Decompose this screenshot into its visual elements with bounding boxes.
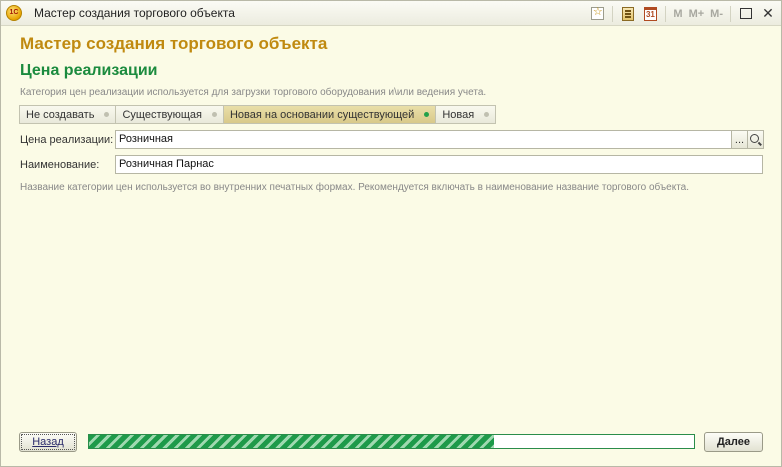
mode-option-label: Существующая [122,108,202,121]
progress-bar [88,434,695,449]
radio-dot-icon [104,112,110,117]
radio-dot-icon [424,112,430,117]
mode-option-new[interactable]: Новая [436,106,496,123]
mode-option-label: Новая на основании существующей [229,108,415,121]
mode-option-none[interactable]: Не создавать [20,106,117,123]
maximize-icon [740,8,752,19]
wizard-window: 1С Мастер создания торгового объекта 31 … [0,0,782,467]
app-logo-icon: 1С [6,5,22,21]
price-field-label: Цена реализации: [20,134,114,146]
separator [612,5,614,22]
memory-plus-button[interactable]: M+ [688,5,706,23]
select-button[interactable]: ... [731,130,748,149]
back-button[interactable]: Назад [19,432,77,452]
memory-m-button[interactable]: M [672,5,683,23]
name-field-label: Наименование: [20,159,100,171]
next-button[interactable]: Далее [704,432,763,452]
calendar-icon[interactable]: 31 [641,5,659,23]
title-bar: 1С Мастер создания торгового объекта 31 … [1,1,781,26]
open-button[interactable] [747,130,764,149]
separator [665,5,667,22]
radio-dot-icon [484,112,490,117]
close-button[interactable]: ✕ [759,5,777,23]
mode-option-based-on-existing[interactable]: Новая на основании существующей [223,106,437,123]
mode-option-existing[interactable]: Существующая [116,106,224,123]
titlebar-tools: 31 M M+ M- ✕ [588,4,777,23]
memory-minus-button[interactable]: M- [709,5,724,23]
search-icon [750,134,759,143]
window-title: Мастер создания торгового объекта [34,6,235,20]
form-header: Мастер создания торгового объекта [20,34,328,53]
maximize-button[interactable] [737,5,755,23]
mode-option-label: Новая [442,108,475,121]
name-field-input[interactable]: Розничная Парнас [115,155,763,174]
name-hint: Название категории цен используется во в… [20,182,690,193]
favorite-icon[interactable] [588,5,606,23]
mode-option-label: Не создавать [26,108,95,121]
progress-fill [89,435,495,448]
close-icon: ✕ [762,5,774,21]
price-field-input[interactable]: Розничная [115,130,732,149]
creation-mode-switcher: Не создавать Существующая Новая на основ… [19,105,497,124]
separator [730,5,731,22]
radio-dot-icon [211,112,217,117]
section-description: Категория цен реализации используется дл… [20,87,487,98]
calculator-icon[interactable] [619,5,637,23]
section-title: Цена реализации [20,62,158,79]
